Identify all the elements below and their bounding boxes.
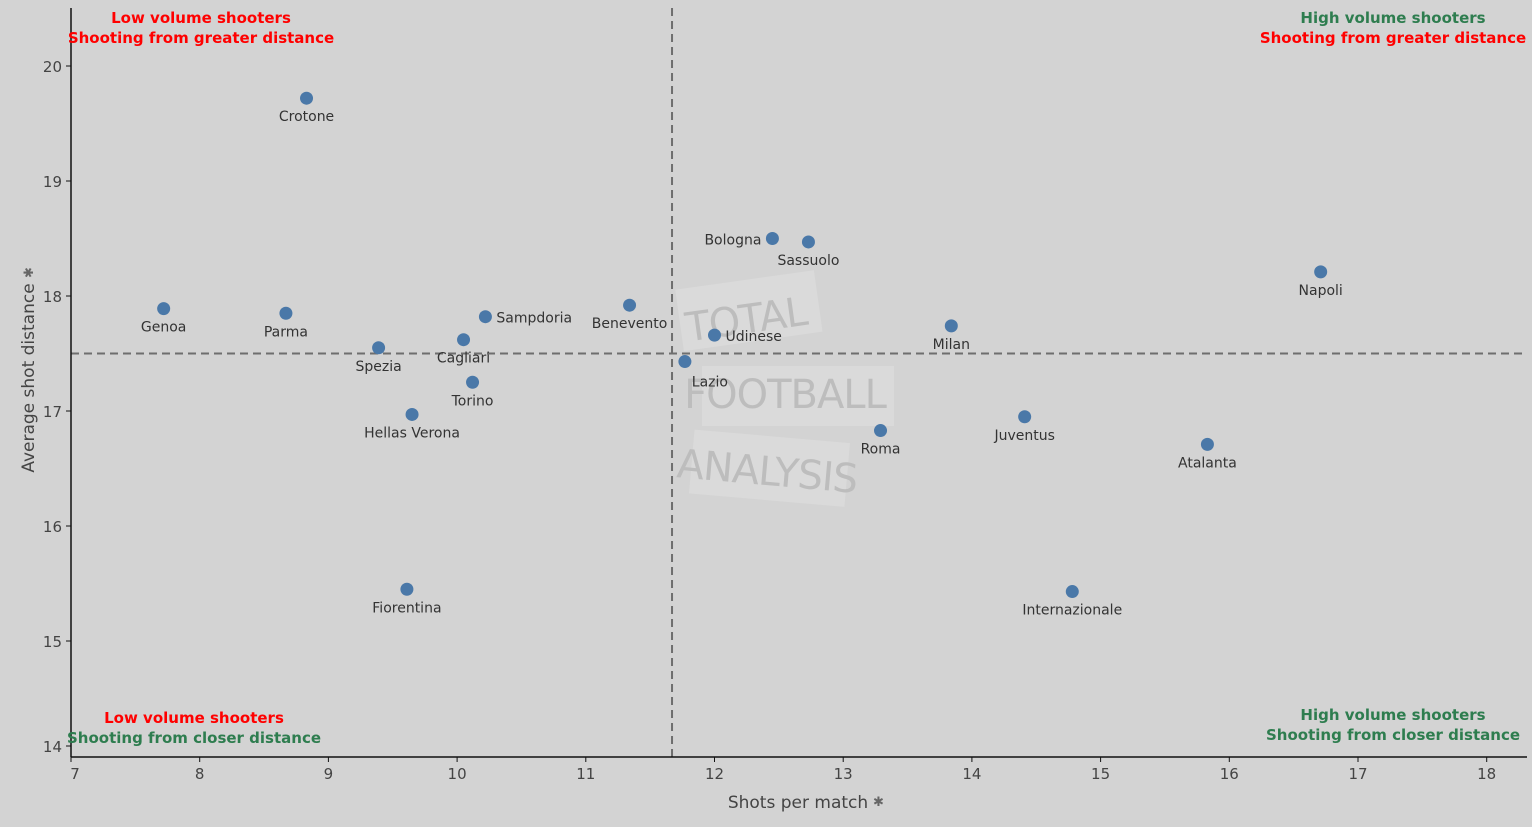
quadrant-label-bottom-right: High volume shooters: [1300, 706, 1485, 724]
point-marker: [478, 310, 492, 324]
point-marker: [300, 91, 314, 105]
point-marker: [678, 355, 692, 369]
data-point: Atalanta: [1178, 437, 1237, 471]
pin-icon[interactable]: ✱: [873, 795, 884, 810]
point-label: Milan: [933, 337, 970, 353]
data-point: Roma: [861, 424, 901, 458]
x-tick-label: 17: [1348, 765, 1367, 783]
quadrant-label-top-left: Shooting from greater distance: [68, 29, 334, 47]
point-label: Torino: [451, 393, 494, 409]
data-point: Sampdoria: [478, 310, 572, 327]
point-label: Udinese: [726, 329, 782, 345]
data-point: Crotone: [279, 91, 334, 125]
point-label: Parma: [264, 324, 308, 340]
point-marker: [1200, 437, 1214, 451]
x-tick-label: 12: [705, 765, 724, 783]
point-marker: [1018, 410, 1032, 424]
y-tick-label: 14: [43, 738, 62, 756]
x-axis-title: Shots per match: [728, 793, 868, 813]
point-marker: [279, 306, 293, 320]
x-tick-label: 15: [1091, 765, 1110, 783]
point-marker: [466, 375, 480, 389]
data-point: Milan: [933, 319, 970, 353]
y-tick-label: 15: [43, 633, 62, 651]
point-marker: [405, 407, 419, 421]
point-label: Sassuolo: [777, 253, 839, 269]
data-point: Torino: [451, 375, 494, 409]
data-point: Genoa: [141, 302, 186, 336]
point-marker: [400, 582, 414, 596]
data-point: Fiorentina: [372, 582, 442, 616]
quadrant-label-top-left: Low volume shooters: [111, 9, 291, 27]
quadrant-label-top-right: Shooting from greater distance: [1260, 29, 1526, 47]
data-point: Internazionale: [1022, 585, 1122, 619]
point-label: Fiorentina: [372, 600, 441, 616]
point-marker: [944, 319, 958, 333]
y-tick-label: 19: [43, 173, 62, 191]
point-label: Napoli: [1299, 283, 1343, 299]
y-axis-title: Average shot distance: [19, 283, 39, 472]
point-marker: [1314, 265, 1328, 279]
data-point: Cagliari: [437, 333, 490, 367]
quadrant-label-bottom-left: Shooting from closer distance: [67, 729, 321, 747]
point-label: Bologna: [704, 233, 761, 249]
point-label: Juventus: [993, 428, 1054, 444]
quadrant-label-top-right: High volume shooters: [1300, 9, 1485, 27]
x-tick-label: 16: [1220, 765, 1239, 783]
x-tick-label: 10: [448, 765, 467, 783]
data-point: Bologna: [704, 232, 779, 249]
point-label: Lazio: [692, 375, 728, 391]
point-label: Hellas Verona: [364, 425, 460, 441]
point-label: Internazionale: [1022, 603, 1122, 619]
point-label: Genoa: [141, 320, 186, 336]
point-marker: [708, 328, 721, 342]
x-tick-label: 13: [834, 765, 853, 783]
x-tick-label: 11: [576, 765, 595, 783]
y-tick-label: 16: [43, 518, 62, 536]
point-label: Benevento: [592, 316, 668, 332]
data-point: Parma: [264, 306, 308, 340]
data-points: Crotone Genoa Parma Spezia Cagliari Sampdoria…: [141, 91, 1343, 619]
data-point: Benevento: [592, 298, 668, 332]
quadrant-label-bottom-left: Low volume shooters: [104, 709, 284, 727]
x-tick-label: 7: [70, 765, 80, 783]
data-point: Napoli: [1299, 265, 1343, 299]
y-tick-label: 20: [43, 58, 62, 76]
point-label: Crotone: [279, 109, 334, 125]
pin-icon[interactable]: ✱: [22, 267, 37, 278]
data-point: Hellas Verona: [364, 407, 460, 441]
y-tick-label: 17: [43, 403, 62, 421]
x-tick-label: 14: [962, 765, 981, 783]
point-marker: [157, 302, 171, 316]
point-label: Atalanta: [1178, 455, 1237, 471]
point-label: Roma: [861, 442, 901, 458]
x-tick-label: 9: [324, 765, 334, 783]
data-point: Spezia: [355, 341, 402, 375]
y-tick-label: 18: [43, 288, 62, 306]
point-marker: [874, 424, 888, 438]
quadrant-label-bottom-right: Shooting from closer distance: [1266, 726, 1520, 744]
point-label: Sampdoria: [496, 311, 572, 327]
point-marker: [1065, 585, 1079, 599]
point-label: Spezia: [355, 359, 401, 375]
point-marker: [372, 341, 386, 355]
data-point: Juventus: [993, 410, 1055, 444]
x-tick-label: 8: [195, 765, 205, 783]
point-marker: [623, 298, 637, 312]
point-marker: [457, 333, 471, 347]
point-marker: [765, 232, 779, 245]
point-label: Cagliari: [437, 351, 490, 367]
point-marker: [801, 235, 815, 249]
data-point: Sassuolo: [777, 235, 839, 269]
x-tick-label: 18: [1477, 765, 1496, 783]
scatter-chart: TOTALFOOTBALLANALYSIS 7 8 9 10 11 12 13 14 15 16 1…: [19, 8, 1527, 813]
